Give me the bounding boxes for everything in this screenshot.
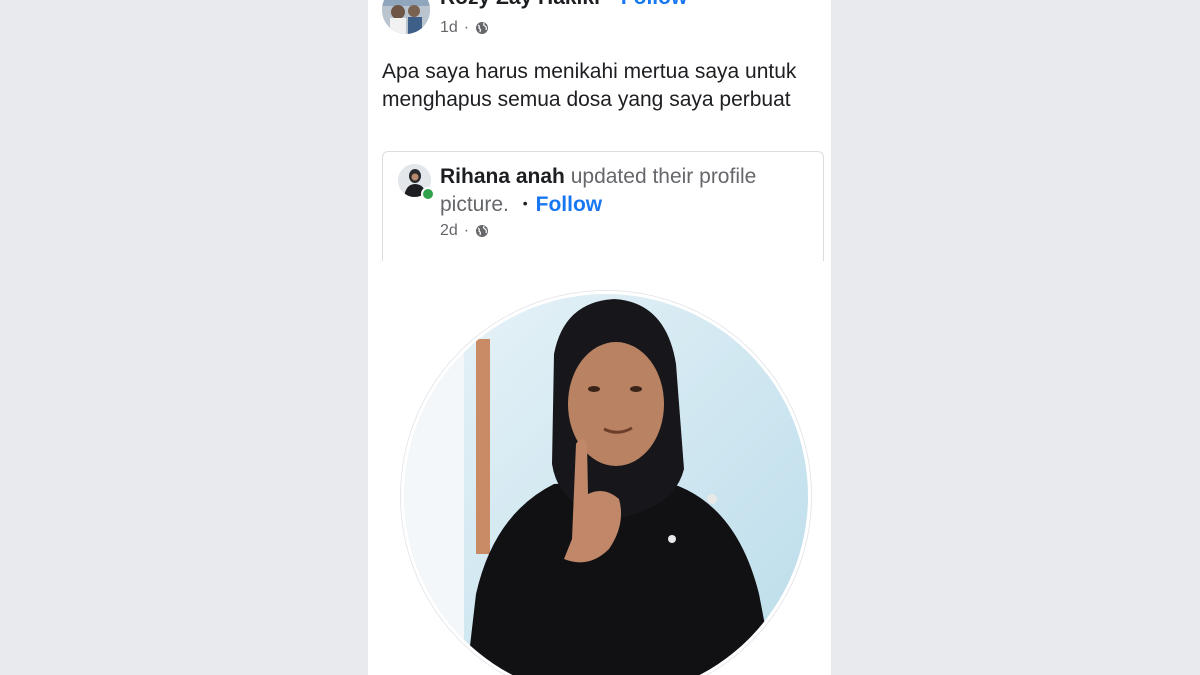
- post-text: Apa saya harus menikahi mertua saya untu…: [382, 60, 797, 111]
- globe-icon: [475, 224, 489, 238]
- shared-author-name[interactable]: Rihana anah: [440, 165, 565, 188]
- shared-post[interactable]: Rihana anah updated their profile pictur…: [382, 151, 824, 261]
- globe-icon: [475, 21, 489, 35]
- shared-follow-button[interactable]: Follow: [536, 193, 603, 216]
- post-time[interactable]: 1d: [440, 19, 458, 37]
- profile-picture[interactable]: [401, 291, 811, 675]
- post-meta: 1d ·: [440, 19, 489, 37]
- profile-picture-area: [368, 261, 831, 675]
- author-line: Rozy Zay Hakiki • Follow: [440, 0, 687, 14]
- shared-header: Rihana anah updated their profile pictur…: [440, 164, 810, 218]
- meta-dot: ·: [463, 222, 470, 239]
- meta-dot: ·: [463, 19, 470, 36]
- post-header: Rozy Zay Hakiki • Follow 1d ·: [382, 0, 822, 42]
- author-avatar[interactable]: [382, 0, 430, 34]
- follow-button[interactable]: Follow: [621, 0, 688, 9]
- separator: •: [608, 0, 613, 4]
- author-name[interactable]: Rozy Zay Hakiki: [440, 0, 600, 9]
- shared-meta: 2d ·: [440, 222, 489, 240]
- separator: •: [522, 195, 528, 211]
- online-status-indicator: [421, 187, 435, 201]
- facebook-post-screen: Rozy Zay Hakiki • Follow 1d · Apa saya har…: [368, 0, 831, 675]
- shared-time[interactable]: 2d: [440, 222, 458, 240]
